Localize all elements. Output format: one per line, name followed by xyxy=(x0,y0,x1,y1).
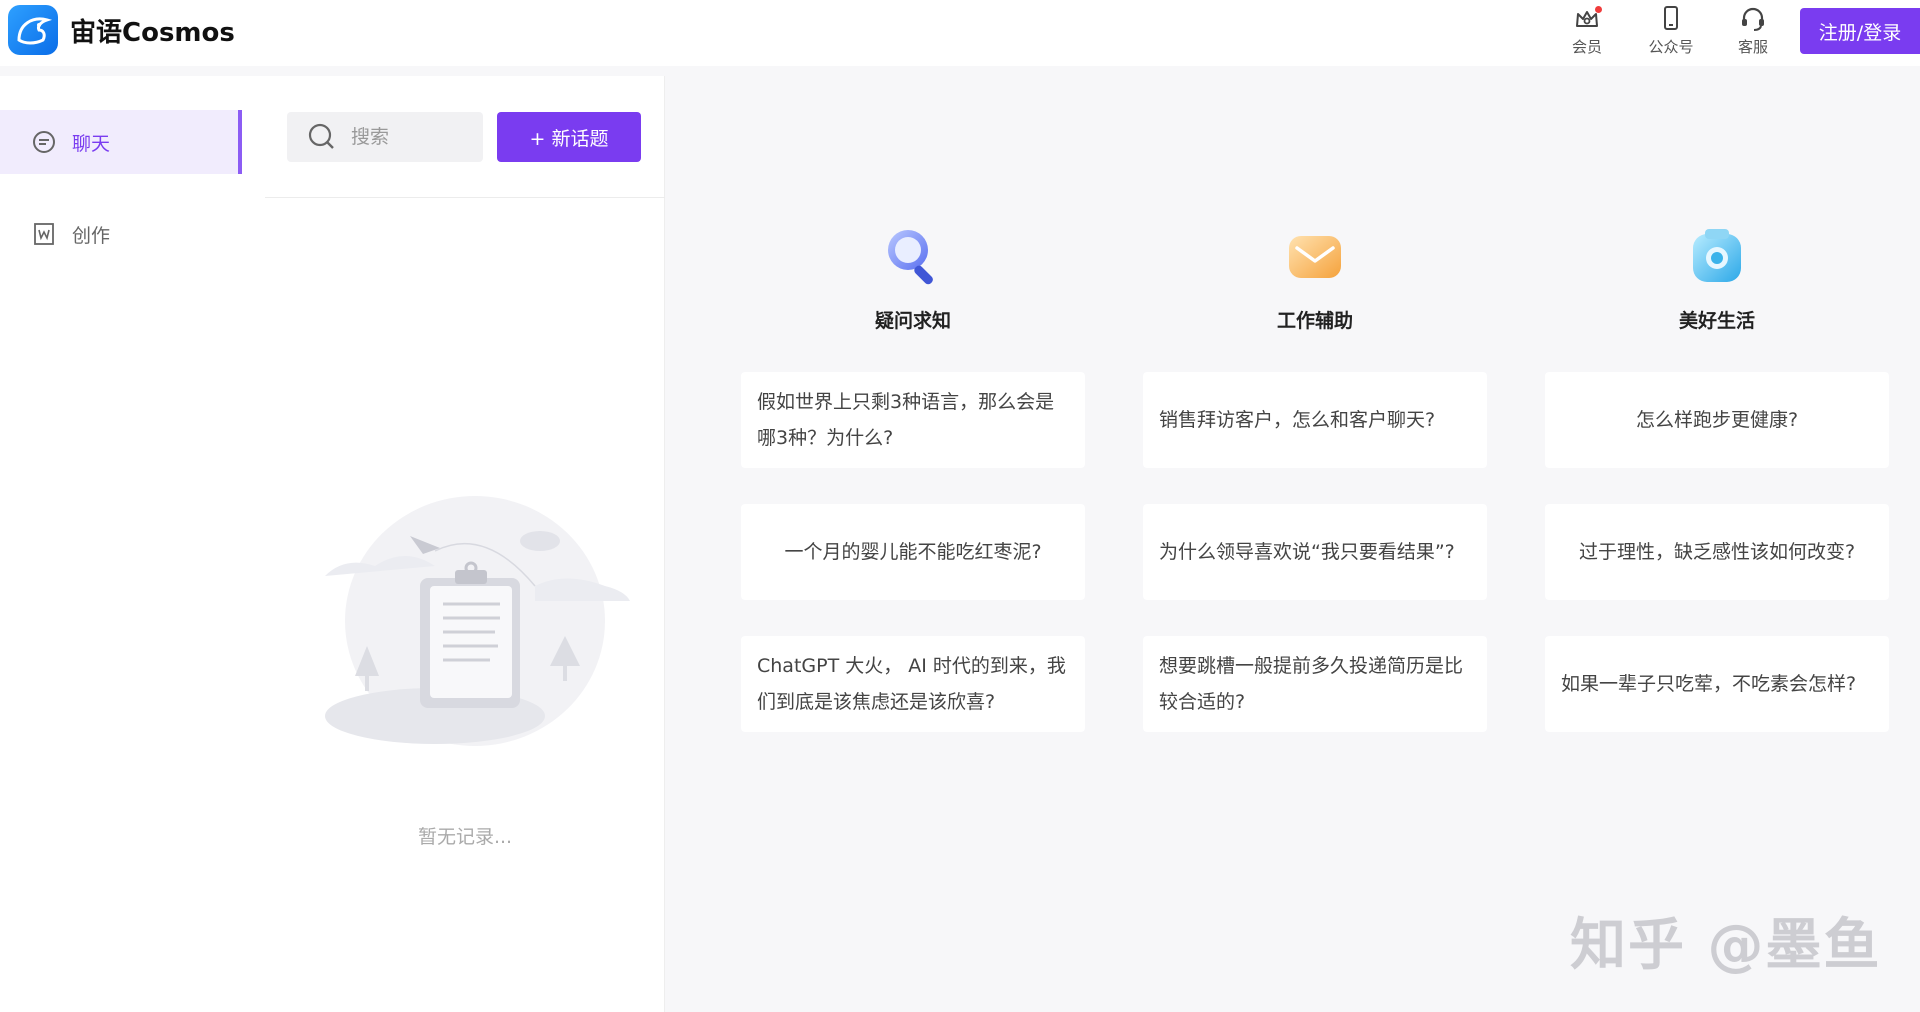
category-header: 工作辅助 xyxy=(1143,224,1487,333)
empty-state-text: 暂无记录... xyxy=(417,826,513,848)
search-input[interactable] xyxy=(351,126,471,148)
zhihu-watermark: 知乎 @墨鱼 xyxy=(1570,913,1882,978)
suggestion-card[interactable]: 过于理性，缺乏感性该如何改变? xyxy=(1545,504,1889,600)
customer-service-label: 客服 xyxy=(1737,38,1768,56)
left-sidebar: 聊天 创作 xyxy=(0,76,265,1012)
member-label: 会员 xyxy=(1571,38,1602,56)
conversation-list-panel: + 新话题 暂无记录... xyxy=(265,76,665,1012)
mail-icon xyxy=(1289,236,1341,278)
chat-icon xyxy=(30,128,58,156)
suggestion-card[interactable]: 为什么领导喜欢说“我只要看结果”? xyxy=(1143,504,1487,600)
category-header: 疑问求知 xyxy=(741,224,1085,333)
official-account-button[interactable]: 公众号 xyxy=(1636,4,1706,57)
member-button[interactable]: 会员 xyxy=(1552,4,1622,57)
category-header: 美好生活 xyxy=(1545,224,1889,333)
divider xyxy=(265,197,665,198)
category-title: 工作辅助 xyxy=(1276,310,1353,332)
empty-clipboard-illustration xyxy=(325,496,630,746)
search-box[interactable] xyxy=(287,112,483,162)
customer-service-button[interactable]: 客服 xyxy=(1718,4,1788,57)
suggestion-card[interactable]: 想要跳槽一般提前多久投递简历是比较合适的? xyxy=(1143,636,1487,732)
sidebar-item-chat[interactable]: 聊天 xyxy=(0,110,242,174)
camera-icon xyxy=(1693,229,1741,282)
sidebar-item-label: 创作 xyxy=(72,224,111,247)
register-login-button[interactable]: 注册/登录 xyxy=(1800,8,1920,54)
cosmos-logo-icon[interactable] xyxy=(8,5,58,55)
phone-icon xyxy=(1664,6,1678,30)
notification-dot xyxy=(1595,6,1602,13)
official-account-label: 公众号 xyxy=(1648,38,1694,56)
word-doc-icon xyxy=(30,220,58,248)
suggestion-card[interactable]: ChatGPT 大火， AI 时代的到来，我们到底是该焦虑还是该欣喜? xyxy=(741,636,1085,732)
main-area: 疑问求知 假如世界上只剩3种语言，那么会是哪3种？为什么? 一个月的婴儿能不能吃… xyxy=(665,76,1920,1012)
suggestion-card[interactable]: 如果一辈子只吃荤，不吃素会怎样? xyxy=(1545,636,1889,732)
headset-icon xyxy=(1742,7,1764,31)
new-topic-button[interactable]: + 新话题 xyxy=(497,112,641,162)
brand-name[interactable]: 宙语Cosmos xyxy=(70,12,235,49)
suggestion-card[interactable]: 怎么样跑步更健康? xyxy=(1545,372,1889,468)
category-title: 美好生活 xyxy=(1678,310,1755,332)
top-header: 宙语Cosmos 会员 公众号 客服 注册/登录 xyxy=(0,0,1920,66)
category-title: 疑问求知 xyxy=(874,310,951,332)
magnifier-icon xyxy=(888,230,933,285)
search-icon xyxy=(308,123,334,149)
suggestion-card[interactable]: 假如世界上只剩3种语言，那么会是哪3种？为什么? xyxy=(741,372,1085,468)
sidebar-item-create[interactable]: 创作 xyxy=(0,202,242,266)
suggestion-card[interactable]: 销售拜访客户，怎么和客户聊天? xyxy=(1143,372,1487,468)
suggestion-card[interactable]: 一个月的婴儿能不能吃红枣泥? xyxy=(741,504,1085,600)
sidebar-item-label: 聊天 xyxy=(72,132,111,155)
